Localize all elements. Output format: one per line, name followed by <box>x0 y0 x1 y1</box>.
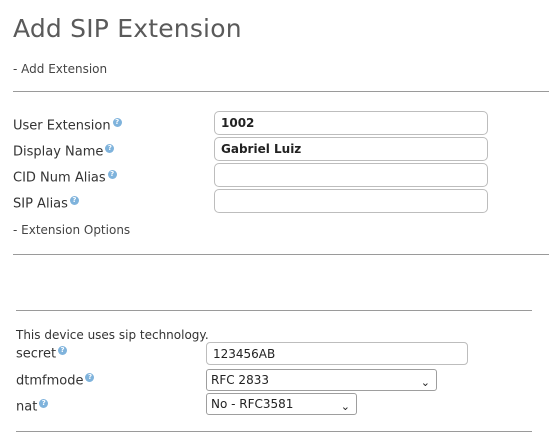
help-icon[interactable]: ? <box>107 170 117 179</box>
device-technology-note: This device uses sip technology. <box>16 328 209 342</box>
display-name-label: Display Name? <box>13 144 115 159</box>
dtmfmode-label: dtmfmode? <box>16 373 95 388</box>
dtmfmode-select[interactable]: RFC 2833 ⌄ <box>206 369 437 391</box>
divider <box>13 91 549 92</box>
page-title: Add SIP Extension <box>13 14 242 43</box>
help-icon[interactable]: ? <box>58 346 68 355</box>
chevron-down-icon: ⌄ <box>420 376 430 389</box>
nat-label: nat? <box>16 399 49 414</box>
divider <box>16 431 532 432</box>
sip-alias-input[interactable] <box>214 189 488 213</box>
section-add-extension: - Add Extension <box>13 62 108 76</box>
help-icon[interactable]: ? <box>69 196 79 205</box>
secret-input[interactable] <box>206 342 468 365</box>
cid-num-alias-label: CID Num Alias? <box>13 170 117 185</box>
user-extension-input[interactable] <box>214 111 488 135</box>
help-icon[interactable]: ? <box>112 118 122 127</box>
help-icon[interactable]: ? <box>85 373 95 382</box>
display-name-input[interactable] <box>214 137 488 161</box>
help-icon[interactable]: ? <box>39 399 49 408</box>
chevron-down-icon: ⌄ <box>340 400 350 413</box>
sip-alias-label: SIP Alias? <box>13 196 79 211</box>
user-extension-label: User Extension? <box>13 118 122 133</box>
nat-select[interactable]: No - RFC3581 ⌄ <box>206 393 357 415</box>
divider <box>16 310 532 311</box>
help-icon[interactable]: ? <box>105 144 115 153</box>
divider <box>13 254 549 255</box>
secret-label: secret? <box>16 346 68 361</box>
cid-num-alias-input[interactable] <box>214 163 488 187</box>
section-extension-options[interactable]: - Extension Options <box>13 223 130 237</box>
